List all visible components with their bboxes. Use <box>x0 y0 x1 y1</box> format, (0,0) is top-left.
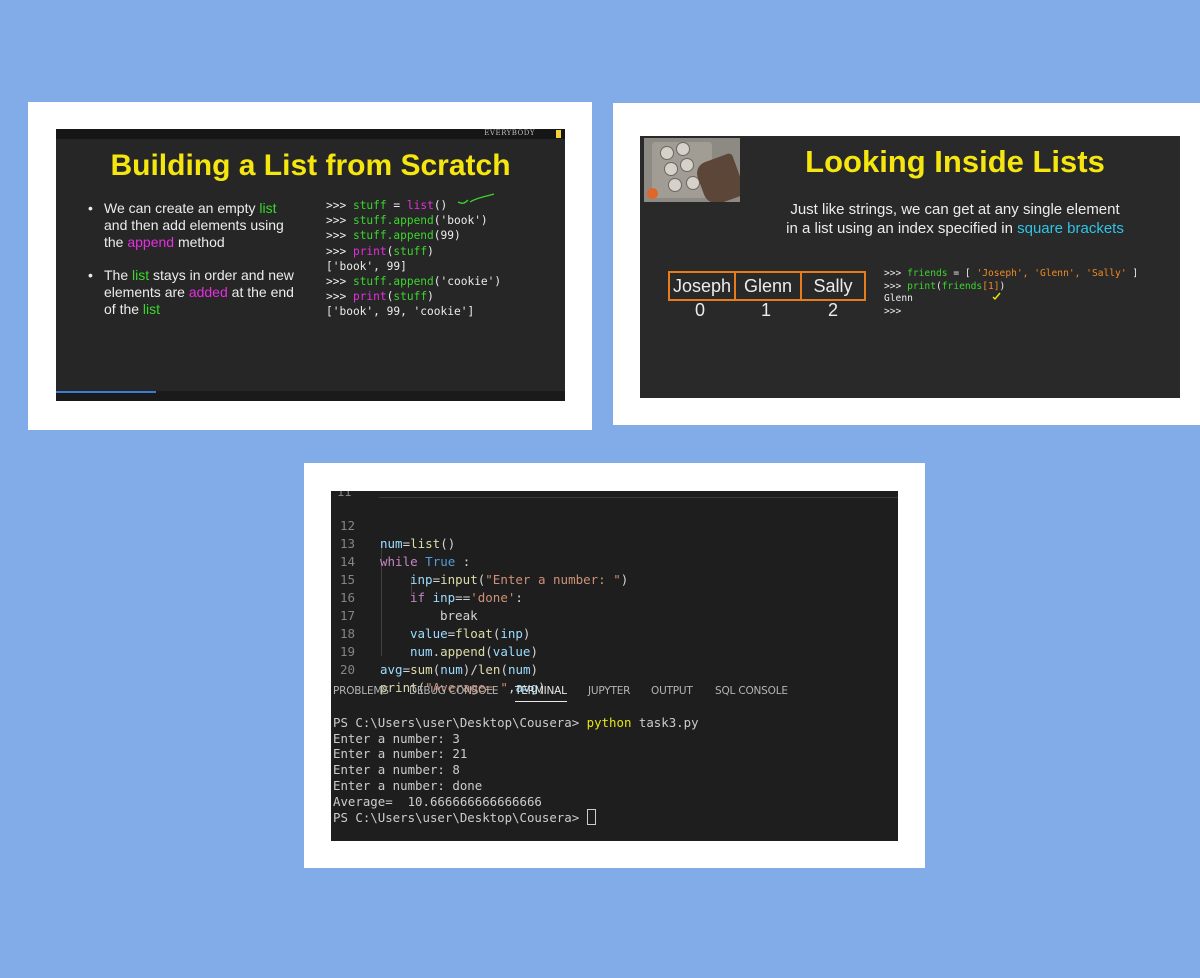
code-line: 14 inp=input("Enter a number: ") <box>331 535 898 587</box>
bullet-item: • We can create an empty list and then a… <box>88 200 298 251</box>
tab-problems[interactable]: PROBLEMS <box>333 685 389 697</box>
bullet-dot: • <box>88 267 93 283</box>
terminal-line: Enter a number: 8 <box>333 762 460 778</box>
list-box: Glenn <box>734 273 800 299</box>
slide-title: Building a List from Scratch <box>110 149 511 182</box>
subtitle-line: Just like strings, we can get at any sin… <box>790 201 1120 218</box>
code-line: >>> print(stuff) <box>326 290 434 304</box>
header-marker <box>556 130 561 138</box>
terminal-line: Enter a number: done <box>333 777 483 793</box>
bullet-keyword-list: list <box>132 267 150 283</box>
terminal-line: PS C:\Users\user\Desktop\Cousera> <box>333 809 596 826</box>
bullet-text: We can create an empty <box>104 200 260 216</box>
slide-card-looking-inside: Looking Inside Lists Just like strings, … <box>613 103 1200 425</box>
bullet-item: • The list stays in order and new elemen… <box>88 267 298 318</box>
slide-card-building-list: EVERYBODY Building a List from Scratch •… <box>28 102 592 430</box>
bullet-list: • We can create an empty list and then a… <box>88 200 298 334</box>
page: { "slide1": { "header_tag": "EVERYBODY",… <box>0 0 1200 978</box>
tab-jupyter[interactable]: JUPYTER <box>588 685 630 697</box>
code-line: 15 if inp=='done': <box>331 553 898 605</box>
terminal-line: Enter a number: 21 <box>333 746 468 762</box>
slide-building-list: EVERYBODY Building a List from Scratch •… <box>56 129 565 401</box>
list-boxes: Joseph Glenn Sally <box>668 271 866 301</box>
vscode-card: 11 12 num=list() 13 while True : 14 inp=… <box>304 463 925 868</box>
terminal-command: python <box>586 715 632 730</box>
tab-output[interactable]: OUTPUT <box>651 685 693 697</box>
header-tag: EVERYBODY <box>484 129 535 137</box>
list-box: Sally <box>800 273 864 299</box>
annotation-tick-icon <box>457 193 495 204</box>
annotation-tick-icon <box>992 292 1001 301</box>
elevator-button-icon <box>660 146 674 160</box>
elevator-photo-thumbnail <box>644 138 740 202</box>
bullet-keyword-list: list <box>142 301 161 317</box>
list-index-row: 0 1 2 <box>668 300 866 321</box>
bullet-keyword-added: added <box>188 284 228 300</box>
slide-title: Looking Inside Lists <box>805 144 1105 179</box>
elevator-button-icon <box>676 142 690 156</box>
bullet-text: The <box>104 267 133 283</box>
tab-terminal[interactable]: TERMINAL <box>515 685 567 702</box>
code-line: >>> stuff.append(99) <box>326 229 461 243</box>
code-output: ['book', 99, 'cookie'] <box>326 305 475 319</box>
terminal-output[interactable]: PS C:\Users\user\Desktop\Cousera> python… <box>333 715 699 826</box>
list-index: 2 <box>827 300 838 320</box>
terminal-line: Enter a number: 3 <box>333 730 460 746</box>
code-line: >>> friends = [ 'Joseph', 'Glenn', 'Sall… <box>884 268 1139 279</box>
code-sample: >>> friends = [ 'Joseph', 'Glenn', 'Sall… <box>884 268 1138 318</box>
bullet-keyword-list: list <box>259 200 277 216</box>
elevator-button-icon <box>668 178 682 192</box>
code-line: >>> stuff.append('book') <box>326 214 488 228</box>
line-number: 20 <box>339 662 355 677</box>
elevator-button-icon <box>680 158 694 172</box>
code-line: 19 avg=sum(num)/len(num) <box>331 625 898 677</box>
terminal-line: Average= 10.666666666666666 <box>333 793 542 809</box>
code-line: 20 print("Average= ",avg) <box>331 643 898 695</box>
subtitle-highlight: square brackets <box>1017 220 1124 237</box>
code-line: >>> print(stuff) <box>326 244 434 258</box>
video-progress-bar[interactable] <box>56 391 565 401</box>
vscode-window: 11 12 num=list() 13 while True : 14 inp=… <box>331 491 898 841</box>
line-source: avg=sum(num)/len(num) <box>380 662 539 677</box>
code-line: 16 break <box>331 571 898 623</box>
editor-divider <box>379 491 898 498</box>
terminal-cursor[interactable] <box>586 809 596 826</box>
line-number-partial: 11 <box>337 491 352 499</box>
list-index: 1 <box>760 300 771 320</box>
tab-sql-console[interactable]: SQL CONSOLE <box>715 685 788 697</box>
list-index: 0 <box>694 300 705 320</box>
bullet-text: method <box>174 234 225 250</box>
video-progress-fill <box>56 391 156 393</box>
tab-debug-console[interactable]: DEBUG CONSOLE <box>409 685 499 697</box>
bullet-keyword-append: append <box>127 234 175 250</box>
badge-icon <box>647 188 658 199</box>
code-editor[interactable]: 11 12 num=list() 13 while True : 14 inp=… <box>331 491 898 695</box>
slide-top-strip: EVERYBODY <box>56 129 565 139</box>
subtitle-line: in a list using an index specified in sq… <box>786 220 1124 237</box>
code-line: >>> stuff = list() <box>326 199 448 212</box>
bullet-dot: • <box>88 200 93 216</box>
code-output: Glenn <box>884 293 913 305</box>
code-line: 18 num.append(value) <box>331 607 898 659</box>
code-line: 12 num=list() <box>331 499 898 551</box>
code-line: 13 while True : <box>331 517 898 569</box>
list-box: Joseph <box>672 276 732 296</box>
panel-tabs: PROBLEMS DEBUG CONSOLE TERMINAL JUPYTER … <box>331 685 898 709</box>
code-prompt: >>> <box>884 305 902 317</box>
code-line: 17 value=float(inp) <box>331 589 898 641</box>
terminal-line: PS C:\Users\user\Desktop\Cousera> python… <box>333 715 699 730</box>
code-line: >>> stuff.append('cookie') <box>326 275 502 289</box>
code-output: ['book', 99] <box>326 259 407 273</box>
slide-looking-inside: Looking Inside Lists Just like strings, … <box>640 136 1180 398</box>
slide-subtitle: Just like strings, we can get at any sin… <box>750 200 1160 238</box>
elevator-button-icon <box>664 162 678 176</box>
code-line: >>> print(friends[1]) <box>884 280 1006 292</box>
code-sample: >>> stuff = list() >>> stuff.append('boo… <box>326 198 501 320</box>
